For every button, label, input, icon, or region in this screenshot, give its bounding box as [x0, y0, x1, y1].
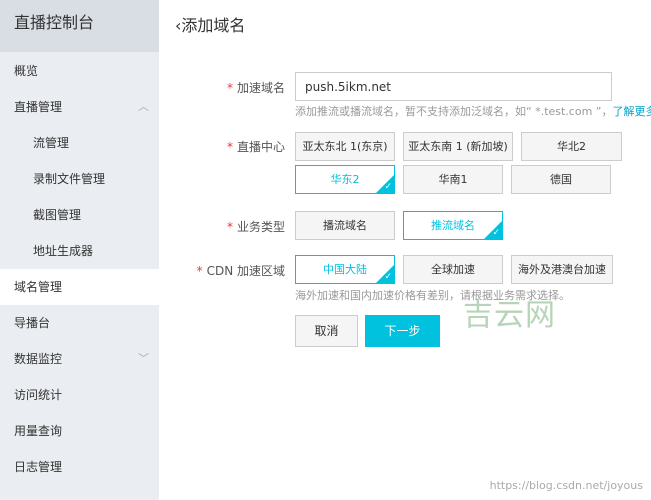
console-title: 直播控制台	[0, 0, 159, 52]
option-label: 中国大陆	[323, 263, 367, 276]
cdn-option[interactable]: 海外及港澳台加速	[511, 255, 613, 284]
center-option[interactable]: 亚太东南 1 (新加坡)	[403, 132, 513, 161]
option-label: 华南1	[438, 173, 468, 186]
option-label: 亚太东南 1 (新加坡)	[408, 140, 508, 153]
check-icon: ✓	[384, 182, 392, 192]
sidebar-item[interactable]: 用量查询	[0, 413, 159, 449]
chevron-down-icon[interactable]: ﹀	[138, 341, 149, 377]
option-label: 亚太东北 1(东京)	[302, 140, 388, 153]
sidebar-item-label: 域名管理	[14, 280, 63, 294]
sidebar-item[interactable]: 概览	[0, 53, 159, 89]
next-button[interactable]: 下一步	[365, 315, 440, 347]
cancel-button[interactable]: 取消	[295, 315, 358, 347]
type-option[interactable]: 推流域名 ✓	[403, 211, 503, 240]
option-label: 华东2	[330, 173, 360, 186]
center-option[interactable]: 华南1	[403, 165, 503, 194]
sidebar-item-label: 用量查询	[14, 424, 63, 438]
sidebar-item[interactable]: 地址生成器	[0, 233, 159, 269]
sidebar-item-label: 概览	[14, 64, 39, 78]
sidebar: 直播控制台 概览直播管理 ︿ 流管理录制文件管理 截图管理地址生成器域名管理导播台数据…	[0, 0, 159, 500]
center-option[interactable]: 亚太东北 1(东京)	[295, 132, 395, 161]
sidebar-item[interactable]: 访问统计	[0, 377, 159, 413]
option-label: 推流域名	[431, 219, 475, 232]
chevron-up-icon[interactable]: ︿	[138, 89, 149, 125]
sidebar-item-label: 数据监控	[14, 352, 63, 366]
sidebar-item-label: 地址生成器	[33, 244, 94, 258]
center-option[interactable]: 德国	[511, 165, 611, 194]
domain-hint: 添加推流或播流域名，暂不支持添加泛域名，如“ *.test.com ”，了解更多	[295, 103, 651, 119]
option-label: 全球加速	[431, 263, 475, 276]
option-label: 华北2	[557, 140, 586, 153]
sidebar-item-label: 日志管理	[14, 460, 63, 474]
cdn-label: * CDN 加速区域	[196, 264, 285, 278]
watermark: 吉云网	[463, 298, 556, 333]
type-label: * 业务类型	[226, 220, 285, 234]
learn-more-link[interactable]: 了解更多	[613, 105, 651, 118]
sidebar-item[interactable]: 数据监控 ﹀	[0, 341, 159, 377]
option-label: 海外及港澳台加速	[518, 263, 606, 276]
check-icon: ✓	[492, 228, 500, 238]
center-label: * 直播中心	[226, 140, 285, 154]
sidebar-item[interactable]: 截图管理	[0, 197, 159, 233]
domain-label: * 加速域名	[226, 81, 285, 95]
sidebar-item[interactable]: 域名管理	[0, 269, 159, 305]
source-url: https://blog.csdn.net/joyous	[489, 479, 643, 492]
type-option[interactable]: 播流域名	[295, 211, 395, 240]
sidebar-item[interactable]: 直播管理 ︿	[0, 89, 159, 125]
sidebar-item-label: 导播台	[14, 316, 51, 330]
sidebar-item-label: 截图管理	[33, 208, 82, 222]
page-title[interactable]: ‹添加域名	[175, 12, 245, 36]
domain-input[interactable]	[295, 72, 612, 101]
cdn-option[interactable]: 中国大陆 ✓	[295, 255, 395, 284]
sidebar-item-label: 访问统计	[14, 388, 63, 402]
sidebar-item-label: 直播管理	[14, 100, 63, 114]
sidebar-item[interactable]: 导播台	[0, 305, 159, 341]
center-option[interactable]: 华东2 ✓	[295, 165, 395, 194]
cdn-option[interactable]: 全球加速	[403, 255, 503, 284]
sidebar-item-label: 流管理	[33, 136, 70, 150]
check-icon: ✓	[384, 272, 392, 282]
sidebar-item-label: 录制文件管理	[33, 172, 106, 186]
sidebar-item[interactable]: 流管理	[0, 125, 159, 161]
sidebar-item[interactable]: 录制文件管理	[0, 161, 159, 197]
sidebar-item[interactable]: 日志管理	[0, 449, 159, 485]
option-label: 德国	[550, 173, 572, 186]
center-option[interactable]: 华北2	[521, 132, 622, 161]
option-label: 播流域名	[323, 219, 367, 232]
